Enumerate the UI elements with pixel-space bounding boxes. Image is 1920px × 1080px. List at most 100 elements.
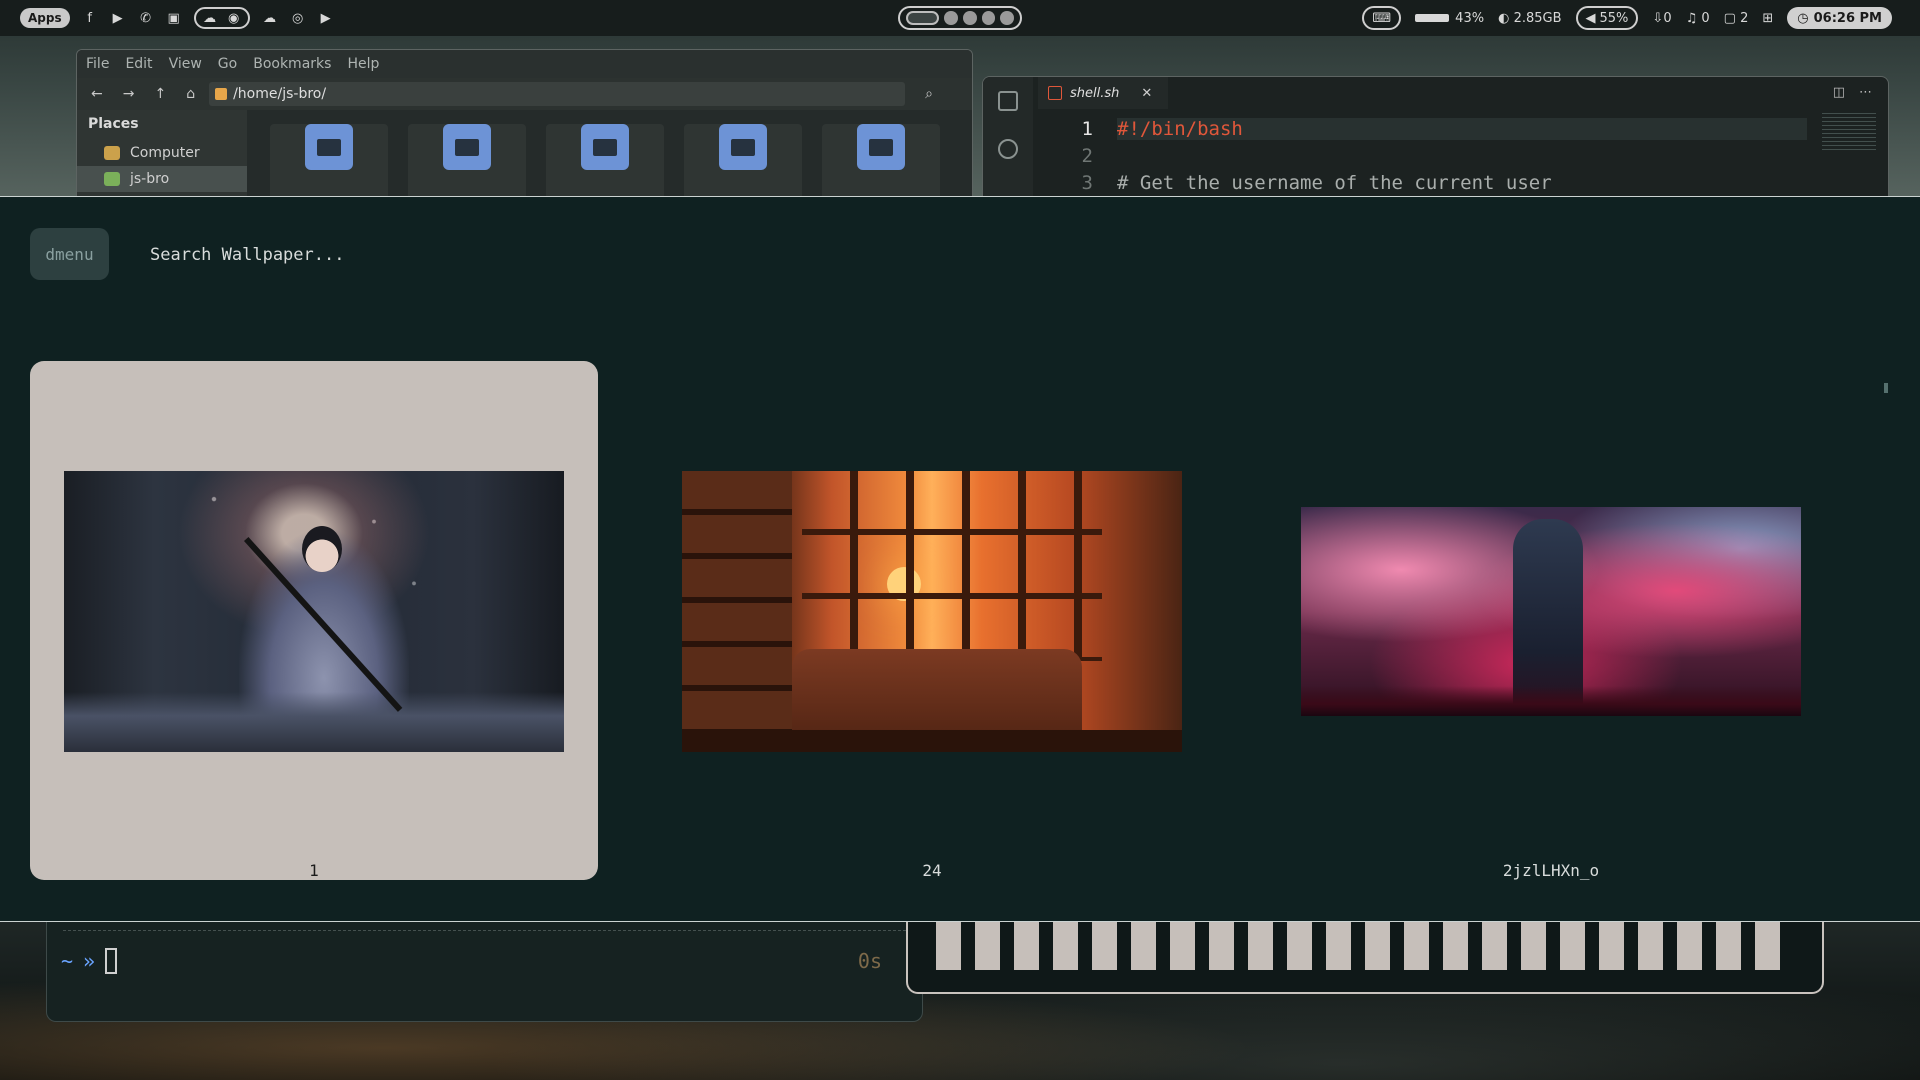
location-bar[interactable]: /home/js-bro/ [209,82,906,106]
visualizer-bar [1014,922,1039,970]
battery-icon [1415,13,1450,22]
search-input[interactable]: Search Wallpaper... [150,245,344,265]
folder-item[interactable] [408,124,526,197]
chrome-icon[interactable]: ◎ [290,10,306,26]
place-computer[interactable]: Computer [77,140,247,166]
apps-button[interactable]: Apps [20,8,70,28]
visualizer-bar [1443,922,1468,970]
home-button-icon[interactable]: ⌂ [186,86,195,102]
clipboard-value: 2 [1740,10,1749,26]
forward-icon[interactable]: → [123,86,135,102]
visualizer-bar [1287,922,1312,970]
visualizer-bars [936,922,1780,970]
line-number: 2 [1081,144,1093,167]
workspace-1[interactable] [906,11,940,25]
prompt-dir: ~ [61,949,74,973]
download-icon: ⇩ [1652,10,1664,26]
workspace-switcher [898,6,1022,30]
back-icon[interactable]: ← [91,86,103,102]
visualizer-bar [1521,922,1546,970]
memory-indicator[interactable]: ◐ 2.85GB [1498,11,1561,26]
keyboard-icon[interactable]: ⌨ [1362,6,1402,30]
search-icon[interactable]: ⌕ [925,86,933,102]
computer-icon [104,146,120,160]
places-title: Places [88,116,139,132]
terminal-cursor [105,948,118,974]
docker-icon[interactable]: ☁ [202,10,218,26]
place-home[interactable]: js-bro [77,166,247,192]
menu-go[interactable]: Go [218,56,237,72]
visualizer-bar [1404,922,1429,970]
workspace-3[interactable] [962,11,977,25]
visualizer-bar [1326,922,1351,970]
line-text: # Get the username of the current user [1117,171,1552,194]
scrollbar[interactable] [1884,383,1888,393]
up-icon[interactable]: ↑ [154,86,166,102]
line-number: 1 [1081,117,1093,140]
youtube-icon[interactable]: ▶ [110,10,126,26]
wallpaper-thumbnail [682,471,1182,752]
menu-view[interactable]: View [169,56,202,72]
whatsapp-icon[interactable]: ✆ [138,10,154,26]
split-editor-icon[interactable]: ◫ [1833,85,1845,100]
notifications-value: 0 [1701,10,1710,26]
play-icon[interactable]: ▶ [318,10,334,26]
clipboard-indicator[interactable]: ▢ 2 [1724,11,1749,26]
folder-grid [247,110,972,197]
folder-item[interactable] [546,124,664,197]
line-text: #!/bin/bash [1117,117,1807,140]
editor-activity-bar [983,77,1033,197]
notes-icon[interactable]: ▣ [166,10,182,26]
folder-icon [719,124,767,170]
folder-item[interactable] [822,124,940,197]
tab-shell-sh[interactable]: shell.sh ✕ [1038,77,1168,109]
audio-visualizer [906,922,1824,994]
location-path: /home/js-bro/ [233,86,327,102]
downloads-value: 0 [1663,10,1672,26]
code-editor-window: shell.sh ✕ ◫ ⋯ 1 #!/bin/bash 2 3 # Get t… [982,76,1889,197]
file-manager-toolbar: ← → ↑ ⌂ /home/js-bro/ ⌕ [77,78,972,110]
terminal-window[interactable]: ~ » 0s [46,922,923,1022]
folder-icon [443,124,491,170]
wallpaper-card-selected[interactable]: 1 [30,361,598,880]
wallpaper-card[interactable]: 2jzlLHXn_o [1267,361,1835,880]
github-icon[interactable]: ◉ [226,10,242,26]
menu-bookmarks[interactable]: Bookmarks [253,56,331,72]
more-icon[interactable]: ⋯ [1859,85,1872,100]
cloud-icon[interactable]: ☁ [262,10,278,26]
volume-value: 55% [1599,10,1629,26]
home-icon [104,172,120,186]
workspace-5[interactable] [1000,11,1014,25]
volume-indicator[interactable]: ◀ 55% [1575,6,1639,30]
folder-icon [857,124,905,170]
visualizer-bar [1248,922,1273,970]
visualizer-bar [936,922,961,970]
workspace-2[interactable] [944,11,958,25]
explorer-icon[interactable] [998,91,1018,111]
workspace-4[interactable] [981,11,996,25]
close-icon[interactable]: ✕ [1141,86,1152,101]
folder-item[interactable] [684,124,802,197]
notifications-indicator[interactable]: ♫ 0 [1686,11,1710,26]
search-icon[interactable] [998,139,1018,159]
battery-value: 43% [1455,10,1485,26]
visualizer-bar [975,922,1000,970]
dmenu-prompt: dmenu [30,228,109,280]
home-folder-icon [215,88,228,100]
visualizer-bar [1482,922,1507,970]
visualizer-bar [1365,922,1390,970]
menu-file[interactable]: File [86,56,109,72]
visualizer-bar [1209,922,1234,970]
battery-indicator[interactable]: 43% [1415,11,1484,26]
menu-edit[interactable]: Edit [125,56,152,72]
menu-help[interactable]: Help [347,56,379,72]
clock[interactable]: ◷ 06:26 PM [1787,7,1892,29]
place-label: js-bro [130,171,170,187]
network-icon[interactable]: ⊞ [1762,11,1773,26]
facebook-icon[interactable]: f [82,10,98,26]
wallpaper-card[interactable]: 24 [648,361,1216,880]
code-area[interactable]: 1 #!/bin/bash 2 3 # Get the username of … [1033,115,1888,196]
folder-item[interactable] [270,124,388,197]
downloads-indicator[interactable]: ⇩0 [1652,11,1671,26]
memory-value: 2.85GB [1513,10,1562,26]
